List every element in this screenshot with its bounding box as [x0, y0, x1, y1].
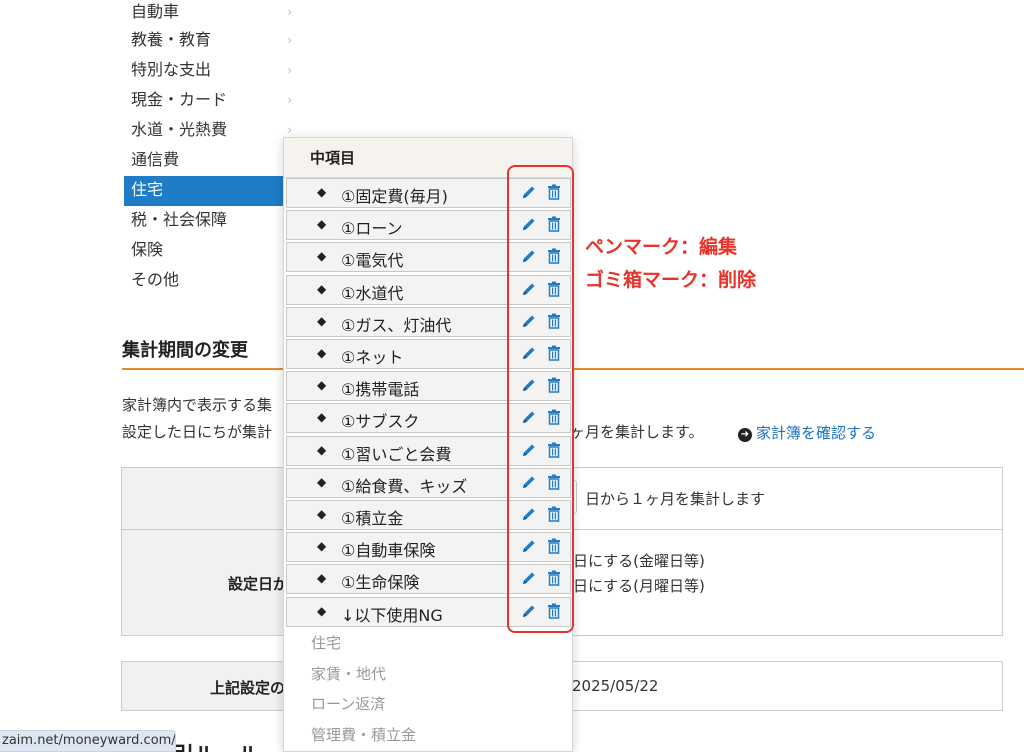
drag-handle-icon[interactable]: ◆ — [317, 443, 326, 457]
annotation-delete-text: ゴミ箱マーク：削除 — [585, 269, 757, 291]
drag-handle-icon[interactable]: ◆ — [317, 410, 326, 424]
subcategory-category-item[interactable]: 家賃・地代 — [311, 663, 386, 684]
section-description-1: 家計簿内で表示する集 — [122, 396, 273, 414]
category-item-label: 住宅 — [131, 180, 164, 199]
chevron-right-icon: › — [287, 5, 292, 19]
drag-handle-icon[interactable]: ◆ — [317, 346, 326, 360]
category-item-label: 教養・教育 — [131, 30, 212, 49]
drag-handle-icon[interactable]: ◆ — [317, 282, 326, 296]
chevron-right-icon: › — [287, 33, 292, 47]
subcategory-item-label: ①給食費、キッズ — [341, 476, 468, 496]
confirm-link-label: 家計簿を確認する — [756, 424, 877, 442]
subcategory-item-label: ①自動車保険 — [341, 541, 436, 561]
drag-handle-icon[interactable]: ◆ — [317, 378, 326, 392]
subcategory-item-label: ①携帯電話 — [341, 380, 420, 400]
chevron-right-icon: › — [287, 93, 292, 107]
drag-handle-icon[interactable]: ◆ — [317, 314, 326, 328]
category-item-label: 現金・カード — [131, 90, 228, 109]
period-text: 日から１ヶ月を集計します — [585, 490, 766, 508]
subcategory-item-label: ↓以下使用NG — [341, 605, 443, 625]
category-item[interactable]: 通信費 — [124, 146, 298, 176]
category-item[interactable]: 特別な支出 › — [124, 56, 298, 86]
subcategory-item-label: ①水道代 — [341, 283, 404, 303]
category-item[interactable]: 税・社会保障 — [124, 206, 298, 236]
section-description-2-tail: ヶ月を集計します。 — [570, 423, 704, 441]
category-item-label: その他 — [131, 270, 180, 289]
subcategory-item-label: ①サブスク — [341, 412, 420, 432]
confirm-household-book-link[interactable]: ➜ 家計簿を確認する — [738, 422, 876, 443]
category-item-label: 自動車 — [131, 2, 180, 21]
setting-day-label: 設定日が — [228, 575, 289, 593]
category-item-label: 税・社会保障 — [131, 210, 228, 229]
drag-handle-icon[interactable]: ◆ — [317, 185, 326, 199]
category-item[interactable]: 教養・教育 › — [124, 26, 298, 56]
category-item-label: 保険 — [131, 240, 164, 259]
category-item-label: 通信費 — [131, 150, 180, 169]
drag-handle-icon[interactable]: ◆ — [317, 571, 326, 585]
section-title: 集計期間の変更 — [122, 340, 248, 361]
setting-option-2[interactable]: 日にする(月曜日等) — [573, 575, 705, 596]
category-list: 自動車 › 教養・教育 › 特別な支出 › 現金・カード › 水道・光熱費 › 通信費 住宅 税・社会保… — [124, 0, 298, 296]
subcategory-item-label: ①固定費(毎月) — [341, 187, 448, 206]
chevron-right-icon: › — [287, 63, 292, 77]
drag-handle-icon[interactable]: ◆ — [317, 475, 326, 489]
drag-handle-icon[interactable]: ◆ — [317, 539, 326, 553]
annotation-edit-text: ペンマーク：編集 — [585, 236, 738, 258]
subcategory-item-label: ①積立金 — [341, 509, 404, 528]
category-item[interactable]: 現金・カード › — [124, 86, 298, 116]
category-item[interactable]: 住宅 — [124, 176, 298, 206]
subcategory-item-label: ①電気代 — [341, 251, 404, 271]
subcategory-item-label: ①生命保険 — [341, 573, 420, 593]
drag-handle-icon[interactable]: ◆ — [317, 249, 326, 263]
category-item[interactable]: その他 — [124, 266, 298, 296]
subcategory-category-item[interactable]: ローン返済 — [311, 693, 385, 714]
category-item-label: 水道・光熱費 — [131, 120, 228, 139]
section-description-2: 設定した日にちが集計 — [122, 423, 273, 441]
drag-handle-icon[interactable]: ◆ — [317, 507, 326, 521]
drag-handle-icon[interactable]: ◆ — [317, 604, 326, 618]
subcategory-item-label: ①ガス、灯油代 — [341, 315, 452, 335]
subcategory-category-item[interactable]: 住宅 — [311, 632, 341, 653]
subcategory-item-label: ①ネット — [341, 348, 404, 367]
subcategory-item-label: ①ローン — [341, 219, 403, 239]
category-item[interactable]: 水道・光熱費 › — [124, 116, 298, 146]
subcategory-item-label: ①習いごと会費 — [341, 444, 452, 464]
arrow-circle-icon: ➜ — [738, 428, 752, 442]
drag-handle-icon[interactable]: ◆ — [317, 217, 326, 231]
status-bar-url: zaim.net/moneyward.com/profile/rule# — [0, 730, 176, 752]
category-item-label: 特別な支出 — [131, 60, 212, 79]
result-date: 2025/05/22 — [572, 677, 659, 695]
rules-heading: 引ルール — [172, 738, 260, 752]
annotation-highlight-box — [507, 165, 574, 633]
category-item[interactable]: 自動車 › — [124, 0, 298, 26]
subcategory-category-item[interactable]: 管理費・積立金 — [311, 724, 416, 745]
category-item[interactable]: 保険 — [124, 236, 298, 266]
setting-option-1[interactable]: 日にする(金曜日等) — [573, 550, 705, 571]
result-label: 上記設定の — [210, 679, 286, 697]
